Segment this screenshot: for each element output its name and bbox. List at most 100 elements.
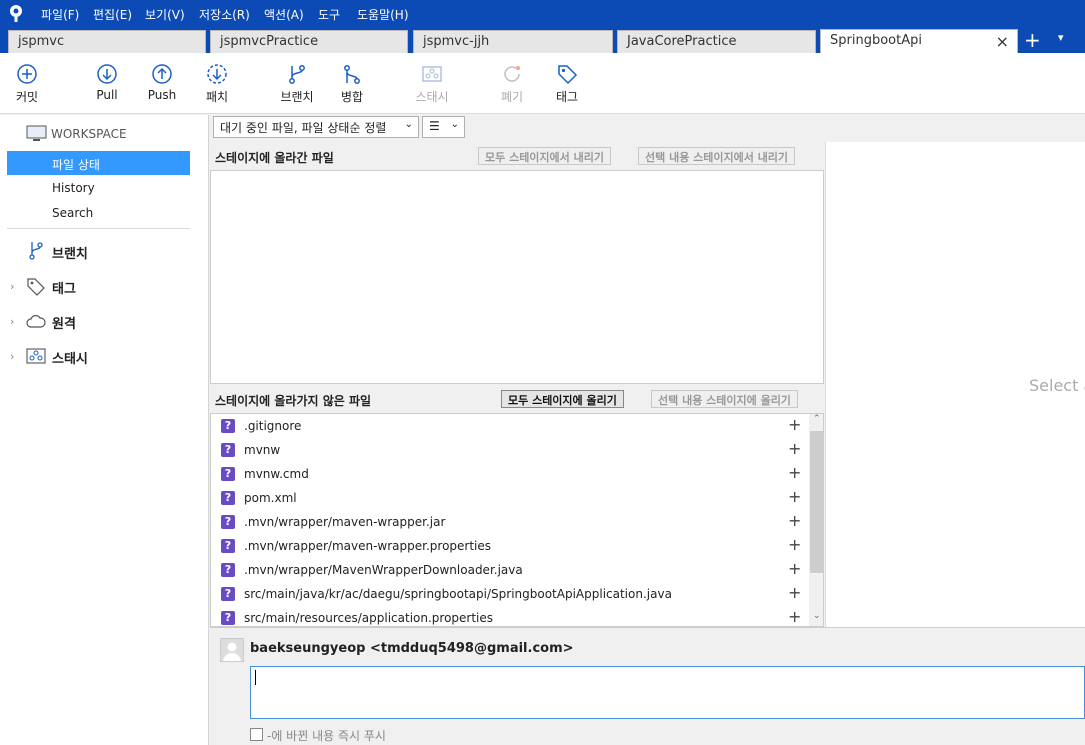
push-immediately-checkbox[interactable] <box>250 728 263 741</box>
view-mode-dropdown[interactable]: ☰ ⌄ <box>422 116 465 138</box>
file-name: .mvn/wrapper/MavenWrapperDownloader.java <box>244 563 523 577</box>
chevron-right-icon[interactable]: › <box>10 350 14 363</box>
file-name: .mvn/wrapper/maven-wrapper.jar <box>244 515 446 529</box>
push-label: Push <box>147 88 177 102</box>
workspace-header: WORKSPACE <box>51 127 127 141</box>
chevron-down-icon: ⌄ <box>404 119 413 130</box>
stage-file-plus-icon[interactable]: + <box>788 439 801 458</box>
staged-files-list[interactable] <box>210 170 824 384</box>
tab-jspmvc[interactable]: jspmvc <box>8 30 206 53</box>
tab-label: SpringbootApi <box>830 33 922 48</box>
stage-file-plus-icon[interactable]: + <box>788 607 801 626</box>
sidebar-item-search[interactable]: Search <box>52 206 93 220</box>
close-tab-icon[interactable]: × <box>996 32 1009 51</box>
menu-view[interactable]: 보기(V) <box>145 6 185 23</box>
sidebar-item-tags[interactable]: 태그 <box>52 278 76 297</box>
scroll-down-icon[interactable]: ⌄ <box>813 611 821 621</box>
vertical-scrollbar[interactable]: ⌃ ⌄ <box>809 414 823 626</box>
untracked-status-icon: ? <box>221 563 235 577</box>
menu-actions[interactable]: 액션(A) <box>264 6 304 23</box>
tab-javacorepractice[interactable]: JavaCorePractice <box>617 30 816 53</box>
menu-tools[interactable]: 도구 <box>318 6 340 23</box>
list-item[interactable]: ? mvnw.cmd + <box>211 462 807 486</box>
sidebar-item-stashes[interactable]: 스태시 <box>52 348 88 367</box>
branch-button[interactable]: 브랜치 <box>278 63 316 105</box>
sourcetree-logo-icon[interactable] <box>6 3 26 23</box>
commit-author: baekseungyeop <tmdduq5498@gmail.com> <box>250 641 574 656</box>
stage-file-plus-icon[interactable]: + <box>788 487 801 506</box>
stage-file-plus-icon[interactable]: + <box>788 583 801 602</box>
untracked-status-icon: ? <box>221 419 235 433</box>
sidebar-item-branches[interactable]: 브랜치 <box>52 243 88 262</box>
patch-button[interactable]: 패치 <box>202 63 232 105</box>
avatar <box>220 638 244 662</box>
unstage-selected-button[interactable]: 선택 내용 스테이지에서 내리기 <box>638 147 796 165</box>
pull-button[interactable]: Pull <box>92 63 122 102</box>
push-arrow-up-icon <box>152 64 172 84</box>
merge-label: 병합 <box>340 90 364 104</box>
untracked-status-icon: ? <box>221 467 235 481</box>
stage-file-plus-icon[interactable]: + <box>788 463 801 482</box>
menu-help[interactable]: 도움말(H) <box>357 6 409 23</box>
stage-selected-button[interactable]: 선택 내용 스테이지에 올리기 <box>651 390 798 408</box>
commit-area: baekseungyeop <tmdduq5498@gmail.com> -에 … <box>210 627 1085 745</box>
stash-button[interactable]: 스태시 <box>412 63 452 105</box>
push-immediately-label: -에 바뀐 내용 즉시 푸시 <box>267 729 386 743</box>
stage-all-button[interactable]: 모두 스테이지에 올리기 <box>501 390 624 408</box>
list-view-icon: ☰ <box>429 119 440 133</box>
stage-file-plus-icon[interactable]: + <box>788 511 801 530</box>
commit-button[interactable]: 커밋 <box>12 63 42 105</box>
discard-button[interactable]: 폐기 <box>498 63 526 105</box>
unstaged-files-list[interactable]: ? .gitignore +? mvnw +? mvnw.cmd +? pom.xml +? .m… <box>210 413 824 627</box>
pull-label: Pull <box>96 88 118 102</box>
user-silhouette-icon <box>223 642 241 661</box>
list-item[interactable]: ? src/main/resources/application.properti… <box>211 606 807 626</box>
push-button[interactable]: Push <box>146 63 178 102</box>
branch-icon <box>289 65 305 84</box>
list-item[interactable]: ? .gitignore + <box>211 414 807 438</box>
unstage-all-button[interactable]: 모두 스테이지에서 내리기 <box>478 147 611 165</box>
stage-file-plus-icon[interactable]: + <box>788 415 801 434</box>
stash-icon <box>26 348 46 364</box>
chevron-right-icon[interactable]: › <box>10 280 14 293</box>
discard-icon <box>504 66 520 82</box>
tab-list-dropdown-icon[interactable]: ▾ <box>1058 31 1064 44</box>
cloud-icon <box>26 315 46 328</box>
add-tab-icon[interactable]: + <box>1024 28 1041 52</box>
scrollbar-thumb[interactable] <box>810 431 823 573</box>
menu-repository[interactable]: 저장소(R) <box>199 6 250 23</box>
tab-label: jspmvc-jjh <box>423 34 490 49</box>
file-name: src/main/java/kr/ac/daegu/springbootapi/… <box>244 587 672 601</box>
file-name: pom.xml <box>244 491 297 505</box>
tag-label: 태그 <box>555 90 579 104</box>
sidebar-item-history[interactable]: History <box>52 181 95 195</box>
stage-file-plus-icon[interactable]: + <box>788 535 801 554</box>
list-item[interactable]: ? mvnw + <box>211 438 807 462</box>
list-item[interactable]: ? src/main/java/kr/ac/daegu/springbootapi… <box>211 582 807 606</box>
scroll-up-icon[interactable]: ⌃ <box>813 414 821 424</box>
sort-dropdown[interactable]: 대기 중인 파일, 파일 상태순 정렬 ⌄ <box>213 116 419 138</box>
list-item[interactable]: ? pom.xml + <box>211 486 807 510</box>
repo-tab-bar: jspmvc jspmvcPractice jspmvc-jjh JavaCor… <box>0 27 1085 53</box>
sidebar-item-remotes[interactable]: 원격 <box>52 313 76 332</box>
list-item[interactable]: ? .mvn/wrapper/maven-wrapper.jar + <box>211 510 807 534</box>
tab-jspmvc-jjh[interactable]: jspmvc-jjh <box>413 30 613 53</box>
tab-springbootapi[interactable]: SpringbootApi × <box>820 29 1018 53</box>
diff-panel: Select a <box>825 142 1085 627</box>
sidebar-item-file-status-label[interactable]: 파일 상태 <box>52 156 100 173</box>
menu-edit[interactable]: 편집(E) <box>93 6 132 23</box>
commit-label: 커밋 <box>15 90 39 104</box>
tag-icon <box>558 65 578 85</box>
list-item[interactable]: ? .mvn/wrapper/maven-wrapper.properties + <box>211 534 807 558</box>
merge-button[interactable]: 병합 <box>338 63 366 105</box>
diff-placeholder: Select a <box>1029 376 1085 395</box>
sidebar: WORKSPACE 파일 상태 History Search 브랜치 › 태그 … <box>0 115 209 745</box>
tag-button[interactable]: 태그 <box>552 63 582 105</box>
stage-file-plus-icon[interactable]: + <box>788 559 801 578</box>
list-item[interactable]: ? .mvn/wrapper/MavenWrapperDownloader.jav… <box>211 558 807 582</box>
menu-file[interactable]: 파일(F) <box>41 6 79 23</box>
chevron-right-icon[interactable]: › <box>10 315 14 328</box>
commit-message-input[interactable] <box>250 666 1085 719</box>
unstaged-files-title: 스테이지에 올라가지 않은 파일 <box>215 394 372 408</box>
tab-jspmvcpractice[interactable]: jspmvcPractice <box>210 30 408 53</box>
